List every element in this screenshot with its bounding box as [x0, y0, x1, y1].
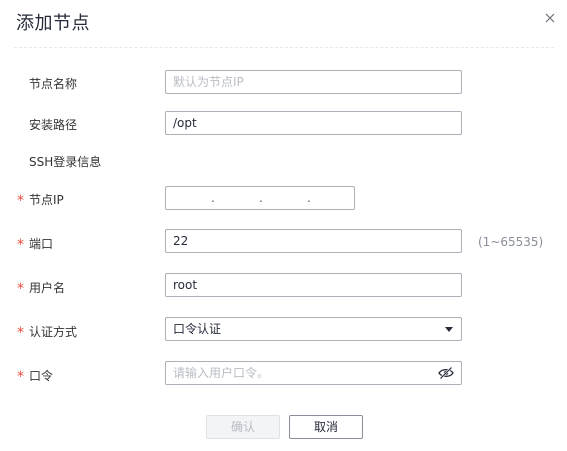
auth-method-select[interactable]: 口令认证: [165, 317, 462, 341]
node-ip-input[interactable]: . . .: [165, 186, 355, 210]
required-mark: *: [17, 193, 24, 209]
auth-method-label: 认证方式: [29, 325, 78, 339]
auth-method-selected: 口令认证: [173, 322, 222, 336]
password-input[interactable]: 请输入用户口令。: [165, 361, 462, 385]
eye-off-icon[interactable]: [438, 366, 454, 380]
password-placeholder: 请输入用户口令。: [173, 366, 270, 380]
required-mark: *: [17, 281, 24, 297]
ip-separator: .: [211, 191, 215, 205]
required-mark: *: [17, 237, 24, 253]
node-name-label: 节点名称: [29, 77, 78, 91]
ip-separator: .: [259, 191, 263, 205]
cancel-button[interactable]: 取消: [289, 415, 363, 439]
title-divider: [14, 47, 554, 48]
node-name-placeholder: 默认为节点IP: [173, 75, 244, 89]
chevron-down-icon: [445, 327, 453, 332]
install-path-input[interactable]: /opt: [165, 111, 462, 135]
port-range-hint: (1~65535): [478, 235, 544, 249]
required-mark: *: [17, 325, 24, 341]
username-label: 用户名: [29, 281, 66, 295]
ssh-section-heading: SSH登录信息: [29, 155, 102, 169]
node-ip-label: 节点IP: [29, 193, 64, 207]
password-label: 口令: [29, 369, 54, 383]
username-input[interactable]: root: [165, 273, 462, 297]
port-input[interactable]: 22: [165, 229, 462, 253]
close-icon[interactable]: [542, 10, 558, 26]
port-label: 端口: [29, 237, 54, 251]
required-mark: *: [17, 369, 24, 385]
confirm-button[interactable]: 确认: [206, 415, 280, 439]
ip-separator: .: [307, 191, 311, 205]
dialog-title: 添加节点: [16, 13, 90, 34]
install-path-label: 安装路径: [29, 118, 78, 132]
node-name-input[interactable]: 默认为节点IP: [165, 70, 462, 94]
